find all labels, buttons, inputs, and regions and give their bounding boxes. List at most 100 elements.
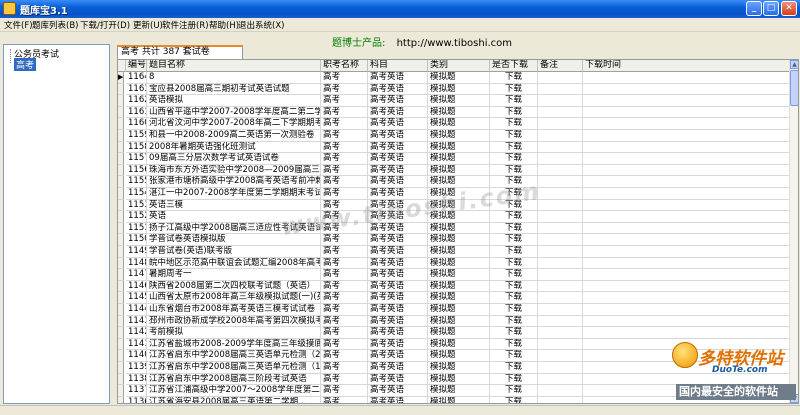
table-row[interactable]: 1148皖中地区示范高中联谊会试题汇编2008年高考英高考高考英语模拟题下载 (118, 257, 790, 270)
cell-downloaded[interactable]: 下载 (490, 269, 538, 281)
scroll-thumb[interactable] (790, 70, 798, 106)
cell-downloaded[interactable]: 下载 (490, 246, 538, 258)
cell-download-time (583, 246, 790, 258)
table-row[interactable]: 1162英语模拟高考高考英语模拟题下载 (118, 95, 790, 107)
row-marker (118, 222, 124, 235)
col-header-exam[interactable]: 职考名称 (321, 60, 368, 72)
table-row[interactable]: 1143邳州市政协新成学校2008年高考第四次模拟考试高考高考英语模拟题下载 (118, 315, 790, 328)
cell-downloaded[interactable]: 下载 (490, 141, 538, 154)
cell-downloaded[interactable]: 下载 (490, 222, 538, 235)
cell-title: 山西省平遥中学2007-2008学年度高二第二学期期 (147, 106, 321, 119)
cell-downloaded[interactable]: 下载 (490, 257, 538, 270)
minimize-button[interactable]: _ (746, 1, 762, 16)
menu-file[interactable]: 文件(F) (4, 19, 33, 31)
cell-category: 模拟题 (428, 315, 490, 328)
cell-downloaded[interactable]: 下载 (490, 385, 538, 397)
row-marker (118, 95, 124, 107)
cell-downloaded[interactable]: 下载 (490, 350, 538, 362)
cell-exam: 高考 (321, 304, 368, 316)
table-row[interactable]: 1146陕西省2008届第二次四校联考试题（英语）高考高考英语模拟题下载 (118, 280, 790, 293)
cell-downloaded[interactable]: 下载 (490, 280, 538, 293)
cell-download-time (583, 153, 790, 165)
menu-download[interactable]: 下载/打开(D) (80, 19, 130, 31)
col-header-category[interactable]: 类别 (428, 60, 490, 72)
col-header-subject[interactable]: 科目 (368, 60, 428, 72)
table-row[interactable]: 1156珠海市东方外语实验中学2008—2009届高三起高考高考英语模拟题下载 (118, 164, 790, 177)
cell-downloaded[interactable]: 下载 (490, 118, 538, 130)
cell-exam: 高考 (321, 95, 368, 107)
cell-downloaded[interactable]: 下载 (490, 362, 538, 374)
cell-downloaded[interactable]: 下载 (490, 304, 538, 316)
cell-note (538, 234, 583, 246)
cell-download-time (583, 257, 790, 270)
scroll-up-icon[interactable]: ▲ (790, 60, 798, 69)
table-row[interactable]: 1147暑期周考一高考高考英语模拟题下载 (118, 269, 790, 281)
table-row[interactable]: 1163宝应县2008届高三期初考试英语试题高考高考英语模拟题下载 (118, 83, 790, 96)
cell-downloaded[interactable]: 下载 (490, 292, 538, 304)
row-marker (118, 338, 124, 351)
col-header-downloaded[interactable]: 是否下载 (490, 60, 538, 72)
table-row[interactable]: 1155张家港市塘桥高级中学2008高考英语考前冲刺题高考高考英语模拟题下载 (118, 176, 790, 188)
cell-downloaded[interactable]: 下载 (490, 164, 538, 177)
cell-downloaded[interactable]: 下载 (490, 211, 538, 223)
col-header-id[interactable]: 编号 (126, 60, 147, 72)
cell-downloaded[interactable]: 下载 (490, 72, 538, 84)
cell-title: 暑期周考一 (147, 269, 321, 281)
table-row[interactable]: 1151扬子江高级中学2008届高三适应性考试英语试题高考高考英语模拟题下载 (118, 222, 790, 235)
menu-help[interactable]: 帮助(H) (209, 19, 239, 31)
close-button[interactable]: ✕ (781, 1, 797, 16)
table-row[interactable]: 1149学普试卷(英语)联考版高考高考英语模拟题下载 (118, 246, 790, 258)
cell-download-time (583, 304, 790, 316)
table-row[interactable]: 115709届高三分层次数学考试英语试卷高考高考英语模拟题下载 (118, 153, 790, 165)
cell-downloaded[interactable]: 下载 (490, 234, 538, 246)
col-header-note[interactable]: 备注 (538, 60, 583, 72)
cell-title: 宝应县2008届高三期初考试英语试题 (147, 83, 321, 96)
cell-downloaded[interactable]: 下载 (490, 130, 538, 142)
menu-list[interactable]: 题库列表(B) (32, 19, 78, 31)
cell-downloaded[interactable]: 下载 (490, 315, 538, 328)
cell-id: 1147 (126, 269, 147, 281)
cell-exam: 高考 (321, 362, 368, 374)
cell-note (538, 83, 583, 96)
menu-exit[interactable]: 退出系统(X) (238, 19, 284, 31)
banner-url[interactable]: http://www.tiboshi.com (397, 38, 512, 49)
table-row[interactable]: 1160河北省汶河中学2007-2008年高二下学期期考试英高考高考英语模拟题下… (118, 118, 790, 130)
menu-update[interactable]: 更新(U) (133, 19, 163, 31)
col-header-download-time[interactable]: 下载时间 (583, 60, 790, 72)
table-row[interactable]: 1142考前模拟高考高考英语模拟题下载 (118, 327, 790, 339)
cell-downloaded[interactable]: 下载 (490, 338, 538, 351)
cell-id: 1137 (126, 385, 147, 397)
cell-note (538, 338, 583, 351)
cell-note (538, 130, 583, 142)
table-row[interactable]: 1145山西省太原市2008年高三年级模拟试题(一)(英语高考高考英语模拟题下载 (118, 292, 790, 304)
table-row[interactable]: ▶11648高考高考英语模拟题下载 (118, 72, 790, 84)
cell-category: 模拟题 (428, 280, 490, 293)
cell-subject: 高考英语 (368, 280, 428, 293)
cell-download-time (583, 211, 790, 223)
cell-downloaded[interactable]: 下载 (490, 83, 538, 96)
cell-downloaded[interactable]: 下载 (490, 106, 538, 119)
cell-title: 学普试卷(英语)联考版 (147, 246, 321, 258)
table-row[interactable]: 11582008年暑期英语强化班测试高考高考英语模拟题下载 (118, 141, 790, 154)
table-row[interactable]: 1144山东省烟台市2008年高考英语三模考试试卷高考高考英语模拟题下载 (118, 304, 790, 316)
cell-subject: 高考英语 (368, 234, 428, 246)
table-row[interactable]: 1161山西省平遥中学2007-2008学年度高二第二学期期高考高考英语模拟题下… (118, 106, 790, 119)
cell-id: 1148 (126, 257, 147, 270)
tab-gaokao[interactable]: 高考 共计 387 套试卷 (117, 45, 243, 59)
cell-downloaded[interactable]: 下载 (490, 396, 538, 403)
cell-downloaded[interactable]: 下载 (490, 327, 538, 339)
cell-downloaded[interactable]: 下载 (490, 153, 538, 165)
menu-register[interactable]: 软件注册(R) (162, 19, 209, 31)
col-header-title[interactable]: 题目名称 (147, 60, 321, 72)
cell-subject: 高考英语 (368, 396, 428, 403)
maximize-button[interactable]: □ (763, 1, 779, 16)
cell-note (538, 188, 583, 200)
cell-downloaded[interactable]: 下载 (490, 373, 538, 386)
tree-item-gaokao[interactable]: 高考 (14, 58, 37, 71)
cell-download-time (583, 83, 790, 96)
table-row[interactable]: 1159和县一中2008-2009高二英语第一次测验卷高考高考英语模拟题下载 (118, 130, 790, 142)
title-bar[interactable]: 题库宝3.1 _ □ ✕ (0, 0, 800, 18)
cell-downloaded[interactable]: 下载 (490, 95, 538, 107)
table-row[interactable]: 1150学普试卷英语模拟版高考高考英语模拟题下载 (118, 234, 790, 246)
cell-note (538, 327, 583, 339)
